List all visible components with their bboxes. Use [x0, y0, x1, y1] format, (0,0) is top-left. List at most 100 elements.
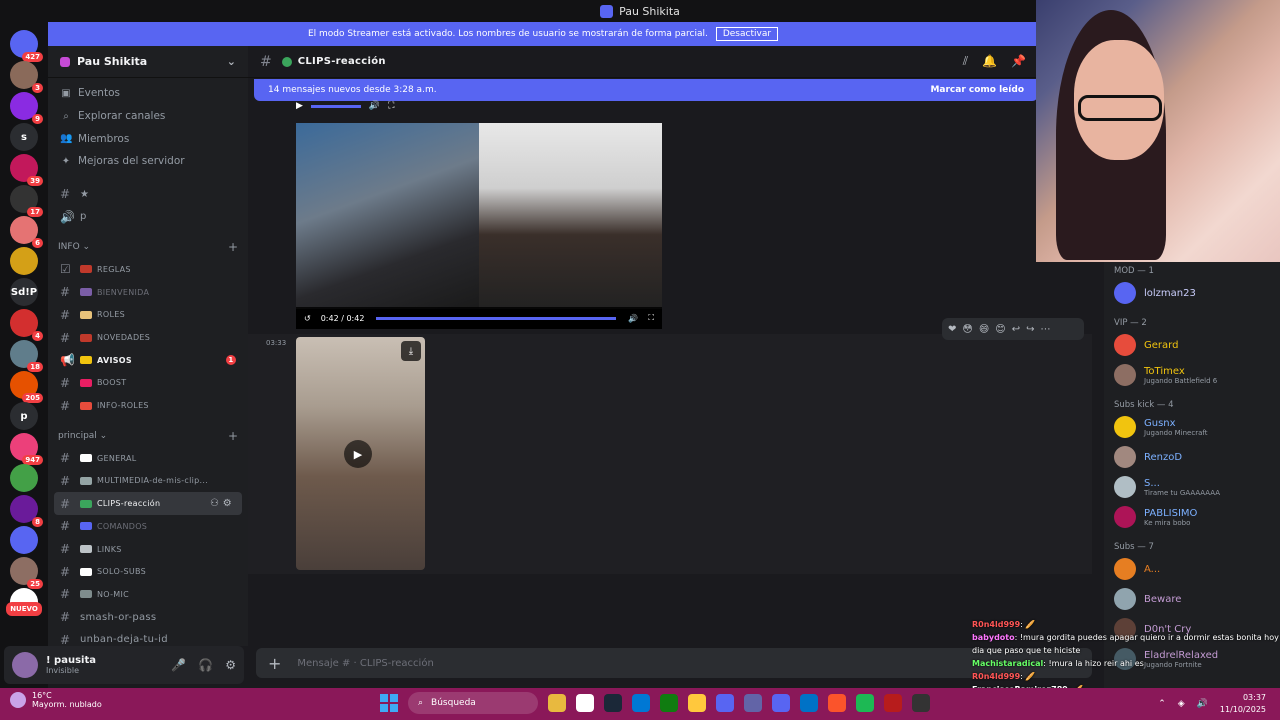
- server-icon[interactable]: [10, 526, 38, 554]
- taskbar-search[interactable]: ⌕ Búsqueda: [408, 692, 538, 714]
- taskbar-app-icon[interactable]: [912, 694, 930, 712]
- server-icon[interactable]: 4: [10, 309, 43, 341]
- server-icon[interactable]: 9: [10, 92, 43, 124]
- channel-item[interactable]: # SOLO-SUBS: [48, 560, 248, 583]
- taskbar-app-icon[interactable]: [856, 694, 874, 712]
- fullscreen-icon[interactable]: ⛶: [388, 101, 394, 111]
- taskbar-app-icon[interactable]: [688, 694, 706, 712]
- reaction-icon[interactable]: ⋯: [1040, 324, 1050, 335]
- member-item[interactable]: S... Tirame tu GAAAAAAA: [1104, 472, 1280, 502]
- channel-item[interactable]: ☑ REGLAS: [48, 258, 248, 281]
- replay-icon[interactable]: ↺: [304, 314, 311, 323]
- server-icon[interactable]: Sd!P: [10, 278, 38, 306]
- nav-item[interactable]: ⌕ Explorar canales: [48, 105, 248, 128]
- server-icon[interactable]: [10, 464, 38, 492]
- channel-item[interactable]: # CLIPS-reacción ⚇ ⚙: [54, 492, 242, 515]
- server-icon[interactable]: 39: [10, 154, 43, 186]
- avatar[interactable]: [12, 652, 38, 678]
- disable-streamer-button[interactable]: Desactivar: [715, 27, 779, 41]
- taskbar-app-icon[interactable]: [800, 694, 818, 712]
- member-item[interactable]: ToTimex Jugando Battlefield 6: [1104, 360, 1280, 390]
- pin-icon[interactable]: 📌: [1011, 54, 1026, 69]
- server-icon[interactable]: 947: [10, 433, 43, 465]
- download-icon[interactable]: ⤓: [401, 341, 421, 361]
- settings-gear-icon[interactable]: ⚙: [225, 658, 236, 672]
- category-principal[interactable]: principal ⌄ +: [48, 425, 248, 447]
- taskbar-app-icon[interactable]: [576, 694, 594, 712]
- new-messages-bar[interactable]: 14 mensajes nuevos desde 3:28 a.m. Marca…: [254, 79, 1038, 101]
- taskbar-app-icon[interactable]: [604, 694, 622, 712]
- channel-settings-icon[interactable]: ⚇ ⚙: [210, 498, 232, 509]
- taskbar-app-icon[interactable]: [716, 694, 734, 712]
- add-channel-icon[interactable]: +: [228, 240, 238, 254]
- category-info[interactable]: INFO ⌄ +: [48, 236, 248, 258]
- reaction-icon[interactable]: ❤: [948, 324, 956, 335]
- channel-item[interactable]: 🔊 p: [48, 205, 248, 228]
- video-attachment[interactable]: ↺ 0:42 / 0:42 🔊 ⛶: [296, 123, 662, 329]
- channel-item[interactable]: # MULTIMEDIA-de-mis-clip...: [48, 470, 248, 493]
- reaction-icon[interactable]: 😄: [979, 324, 989, 335]
- taskbar-app-icon[interactable]: [828, 694, 846, 712]
- member-item[interactable]: PABLISIMO Ke mira bobo: [1104, 502, 1280, 532]
- fullscreen-icon[interactable]: ⛶: [648, 313, 654, 323]
- taskbar-app-icon[interactable]: [548, 694, 566, 712]
- server-icon[interactable]: 25: [10, 557, 43, 589]
- reaction-icon[interactable]: 😊: [995, 324, 1005, 335]
- channel-item[interactable]: # INFO-ROLES: [48, 394, 248, 417]
- add-attachment-icon[interactable]: +: [268, 654, 281, 673]
- video-attachment-2[interactable]: ⤓ ▶: [296, 337, 425, 570]
- member-item[interactable]: Gerard: [1104, 330, 1280, 360]
- volume-icon[interactable]: 🔊: [628, 314, 638, 323]
- channel-item[interactable]: # GENERAL: [48, 447, 248, 470]
- volume-tray-icon[interactable]: 🔊: [1197, 699, 1208, 709]
- video-progress-bar[interactable]: [376, 316, 617, 320]
- taskbar-app-icon[interactable]: [632, 694, 650, 712]
- server-icon[interactable]: [10, 247, 38, 275]
- start-icon[interactable]: [380, 694, 398, 712]
- weather-widget[interactable]: 16°C Mayorm. nublado: [10, 691, 102, 709]
- channel-item[interactable]: 📢 AVISOS 1: [48, 349, 248, 372]
- reaction-icon[interactable]: ↩: [1012, 324, 1020, 335]
- channel-item[interactable]: # ★: [48, 183, 248, 206]
- channel-item[interactable]: # NOVEDADES: [48, 326, 248, 349]
- play-icon[interactable]: ▶: [296, 101, 303, 111]
- member-item[interactable]: RenzoD: [1104, 442, 1280, 472]
- server-icon[interactable]: 18: [10, 340, 43, 372]
- server-icon[interactable]: 3: [10, 61, 43, 93]
- threads-icon[interactable]: ⫽: [963, 54, 968, 69]
- bell-icon[interactable]: 🔔: [982, 54, 997, 69]
- channel-item[interactable]: # COMANDOS: [48, 515, 248, 538]
- add-channel-icon[interactable]: +: [228, 429, 238, 443]
- taskbar-app-icon[interactable]: [772, 694, 790, 712]
- nav-item[interactable]: 👥 Miembros: [48, 127, 248, 150]
- tray-chevron-icon[interactable]: ⌃: [1158, 699, 1166, 709]
- nav-item[interactable]: ▣ Eventos: [48, 82, 248, 105]
- server-icon[interactable]: 205: [10, 371, 43, 403]
- server-icon[interactable]: 17: [10, 185, 43, 217]
- member-item[interactable]: Beware: [1104, 584, 1280, 614]
- member-item[interactable]: A...: [1104, 554, 1280, 584]
- member-item[interactable]: lolzman23: [1104, 278, 1280, 308]
- channel-item[interactable]: # unban-deja-tu-id: [48, 628, 248, 646]
- guild-header[interactable]: Pau Shikita ⌄: [48, 46, 248, 78]
- reaction-icon[interactable]: 😳: [962, 324, 972, 335]
- message-input[interactable]: Mensaje # · CLIPS-reacción: [297, 658, 433, 669]
- network-icon[interactable]: ◈: [1178, 699, 1185, 709]
- volume-icon[interactable]: 🔊: [369, 101, 380, 111]
- server-icon[interactable]: 8: [10, 495, 43, 527]
- channel-item[interactable]: # BIENVENIDA: [48, 281, 248, 304]
- channel-item[interactable]: # BOOST: [48, 372, 248, 395]
- progress-bar[interactable]: [310, 104, 361, 108]
- channel-item[interactable]: # smash-or-pass: [48, 606, 248, 629]
- server-icon[interactable]: 427: [10, 30, 43, 62]
- clock[interactable]: 03:37 11/10/2025: [1220, 692, 1266, 716]
- channel-item[interactable]: # LINKS: [48, 538, 248, 561]
- mark-as-read-button[interactable]: Marcar como leído: [930, 85, 1024, 95]
- new-server-badge[interactable]: NUEVO: [6, 602, 42, 616]
- taskbar-app-icon[interactable]: [660, 694, 678, 712]
- channel-item[interactable]: # NO-MIC: [48, 583, 248, 606]
- server-icon[interactable]: 6: [10, 216, 43, 248]
- server-icon[interactable]: s: [10, 123, 38, 151]
- headset-icon[interactable]: 🎧: [198, 658, 213, 672]
- channel-item[interactable]: # ROLES: [48, 304, 248, 327]
